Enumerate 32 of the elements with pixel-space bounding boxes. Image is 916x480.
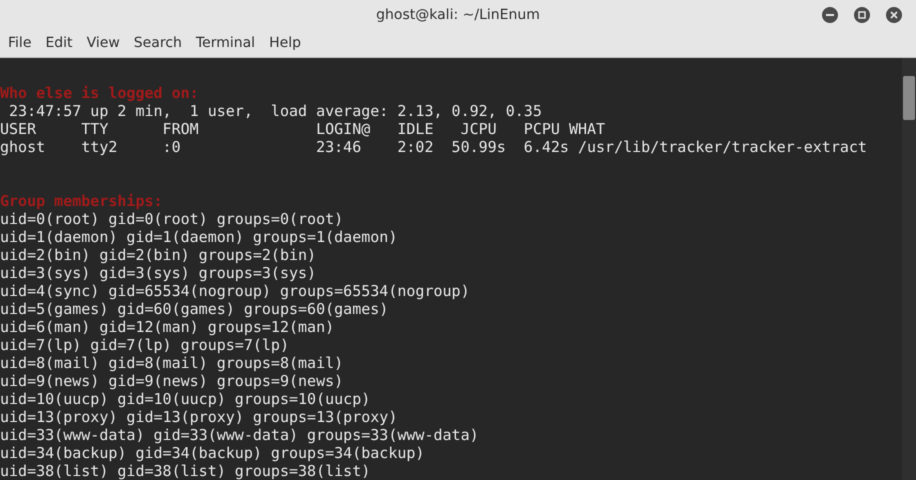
output-line: uid=33(www-data) gid=33(www-data) groups=33(www-data): [0, 426, 479, 444]
section-heading: Who else is logged on:: [0, 84, 199, 102]
minimize-icon[interactable]: [822, 7, 838, 23]
output-line: uid=9(news) gid=9(news) groups=9(news): [0, 372, 344, 390]
menu-item[interactable]: View: [80, 33, 126, 54]
output-line: uid=10(uucp) gid=10(uucp) groups=10(uucp): [0, 390, 370, 408]
scrollbar-thumb[interactable]: [903, 76, 915, 120]
scrollbar[interactable]: [902, 58, 916, 480]
menu-item[interactable]: Help: [263, 33, 307, 54]
menu-item[interactable]: Edit: [39, 33, 79, 54]
output-line: uid=38(list) gid=38(list) groups=38(list): [0, 462, 370, 480]
menu-item[interactable]: Search: [128, 33, 188, 54]
output-line: uid=3(sys) gid=3(sys) groups=3(sys): [0, 264, 316, 282]
output-line: uid=2(bin) gid=2(bin) groups=2(bin): [0, 246, 316, 264]
menu-item[interactable]: Terminal: [190, 33, 262, 54]
output-line: uid=5(games) gid=60(games) groups=60(games): [0, 300, 388, 318]
maximize-icon[interactable]: [854, 7, 870, 23]
section-heading: Group memberships:: [0, 192, 163, 210]
output-line: uid=0(root) gid=0(root) groups=0(root): [0, 210, 344, 228]
output-line: uid=6(man) gid=12(man) groups=12(man): [0, 318, 334, 336]
output-line: uid=1(daemon) gid=1(daemon) groups=1(daemon): [0, 228, 398, 246]
output-line: uid=4(sync) gid=65534(nogroup) groups=65534(nogroup): [0, 282, 470, 300]
output-line: uid=13(proxy) gid=13(proxy) groups=13(proxy): [0, 408, 398, 426]
output-line: uid=34(backup) gid=34(backup) groups=34(backup): [0, 444, 424, 462]
output-line: 23:47:57 up 2 min, 1 user, load average: 2.13, 0.92, 0.35: [8, 102, 542, 120]
output-line: uid=7(lp) gid=7(lp) groups=7(lp): [0, 336, 289, 354]
output-line: uid=8(mail) gid=8(mail) groups=8(mail): [0, 354, 344, 372]
close-icon[interactable]: [886, 7, 902, 23]
menu-item[interactable]: File: [2, 33, 38, 54]
output-line: USER TTY FROM LOGIN@ IDLE JCPU PCPU WHAT: [0, 120, 606, 138]
window-title: ghost@kali: ~/LinEnum: [376, 6, 540, 24]
output-line: ghost tty2 :0 23:46 2:02 50.99s 6.42s /usr/lib/tracker/tracker-extract: [0, 138, 867, 156]
